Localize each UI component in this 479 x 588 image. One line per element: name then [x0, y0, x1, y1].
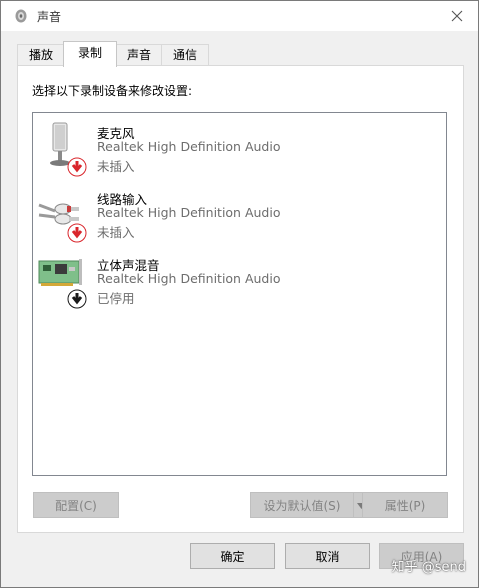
- tab-playback[interactable]: 播放: [17, 44, 65, 65]
- speaker-icon: [13, 8, 29, 24]
- ok-button[interactable]: 确定: [190, 543, 275, 569]
- device-status: 已停用: [97, 291, 135, 306]
- tab-sounds[interactable]: 声音: [115, 44, 163, 65]
- close-button[interactable]: [446, 5, 468, 27]
- properties-button[interactable]: 属性(P): [362, 492, 448, 518]
- configure-button[interactable]: 配置(C): [33, 492, 119, 518]
- device-status: 未插入: [97, 225, 135, 240]
- watermark: 知乎 @send: [391, 560, 466, 575]
- device-item-microphone[interactable]: 麦克风 Realtek High Definition Audio 未插入: [37, 117, 437, 179]
- device-driver: Realtek High Definition Audio: [97, 205, 281, 220]
- window-title: 声音: [37, 10, 62, 24]
- cancel-button[interactable]: 取消: [285, 543, 370, 569]
- tab-recording[interactable]: 录制: [63, 41, 117, 67]
- line-in-cable-icon: [37, 183, 89, 243]
- instruction-text: 选择以下录制设备来修改设置:: [32, 84, 193, 98]
- sound-card-icon: [37, 249, 89, 309]
- device-driver: Realtek High Definition Audio: [97, 271, 281, 286]
- device-item-stereo-mix[interactable]: 立体声混音 Realtek High Definition Audio 已停用: [37, 249, 437, 311]
- sound-dialog: 声音 播放 录制 声音 通信 选择以下录制设备来修改设置: 麦克风 Realte…: [0, 0, 479, 588]
- device-item-line-in[interactable]: 线路输入 Realtek High Definition Audio 未插入: [37, 183, 437, 245]
- device-status: 未插入: [97, 159, 135, 174]
- tab-communications[interactable]: 通信: [161, 44, 209, 65]
- microphone-icon: [37, 117, 89, 177]
- close-icon: [451, 10, 463, 22]
- device-driver: Realtek High Definition Audio: [97, 139, 281, 154]
- recording-panel: 选择以下录制设备来修改设置: 麦克风 Realtek High Definiti…: [17, 65, 464, 533]
- set-default-button[interactable]: 设为默认值(S): [250, 492, 354, 518]
- device-list[interactable]: 麦克风 Realtek High Definition Audio 未插入 线路…: [32, 112, 447, 476]
- title-bar: 声音: [1, 1, 478, 31]
